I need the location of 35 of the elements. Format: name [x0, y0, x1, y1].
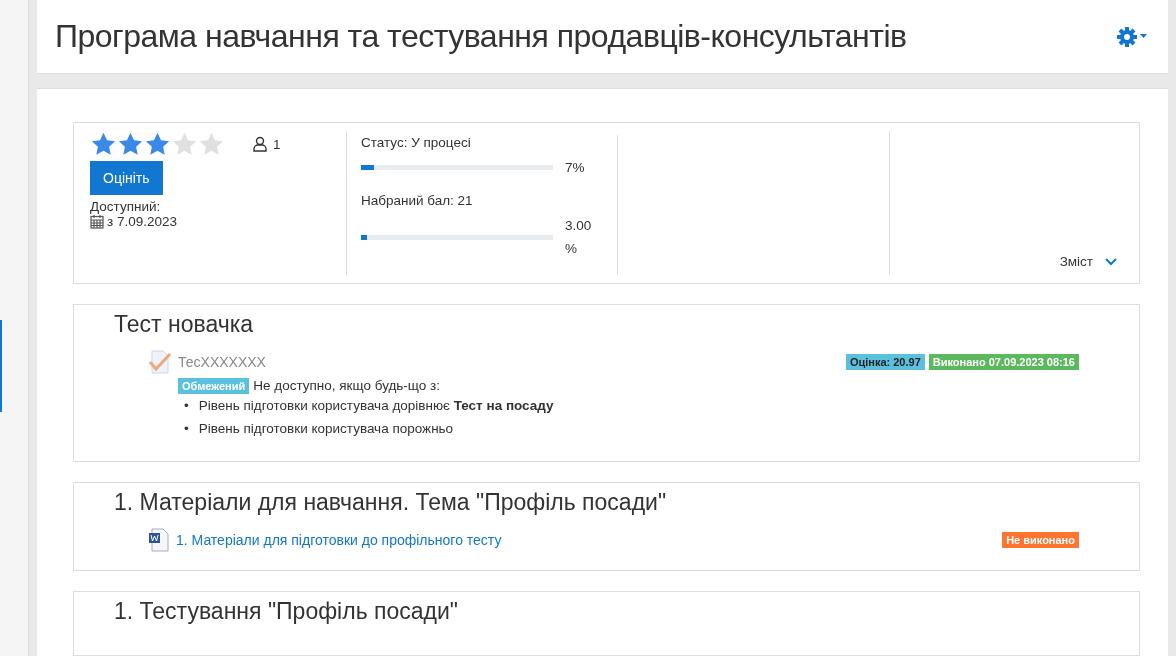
star-icon: [144, 131, 171, 157]
restriction-condition: Рівень підготовки користувача порожньо: [198, 420, 454, 438]
calendar-icon: [90, 214, 104, 229]
progress-label: Статус: У процесі: [361, 135, 472, 150]
progress-reading: 3.00 %: [565, 217, 593, 258]
restriction-text: Не доступно, якщо будь-що з:: [253, 378, 440, 393]
activity-link[interactable]: 1. Матеріали для підготовки до профільного тесту: [176, 532, 502, 548]
word-document-icon: [148, 528, 170, 552]
status-label: Не виконано: [1002, 532, 1079, 548]
section-title: Тест новачка: [114, 311, 255, 338]
rate-button[interactable]: Оцініть: [90, 161, 163, 195]
available-date: з 7.09.2023: [107, 214, 177, 229]
restricted-label: Обмежений: [178, 378, 250, 394]
star-icon: [90, 131, 117, 157]
progress-label: Набраний бал: 21: [361, 193, 474, 208]
settings-menu-button[interactable]: [1116, 24, 1148, 49]
progress-reading: 7%: [565, 159, 586, 177]
star-icon: [171, 131, 198, 157]
quiz-icon: [148, 350, 172, 374]
participants-count: 1: [273, 136, 281, 152]
star-icon: [198, 131, 225, 157]
section-title: 1. Тестування "Профіль посади": [114, 598, 459, 625]
available-label: Доступний:: [90, 199, 162, 214]
bullet: •: [184, 420, 189, 438]
activity-name: ТесXXXXXXX: [178, 354, 266, 370]
user-icon: [253, 136, 267, 152]
settings-icon: [1116, 24, 1148, 49]
status-label: Оцінка: 20.97: [845, 354, 925, 370]
bullet: •: [184, 397, 189, 415]
section-title: 1. Матеріали для навчання. Тема "Профіль посади": [114, 489, 668, 516]
restriction-condition: Рівень підготовки користувача дорівнює Тест на посаду: [198, 397, 554, 415]
page-title: Програма навчання та тестування продавців-консультантів: [55, 18, 907, 55]
status-label: Виконано 07.09.2023 08:16: [928, 354, 1079, 370]
contents-toggle[interactable]: Зміст: [1059, 254, 1123, 275]
star-icon: [117, 131, 144, 157]
